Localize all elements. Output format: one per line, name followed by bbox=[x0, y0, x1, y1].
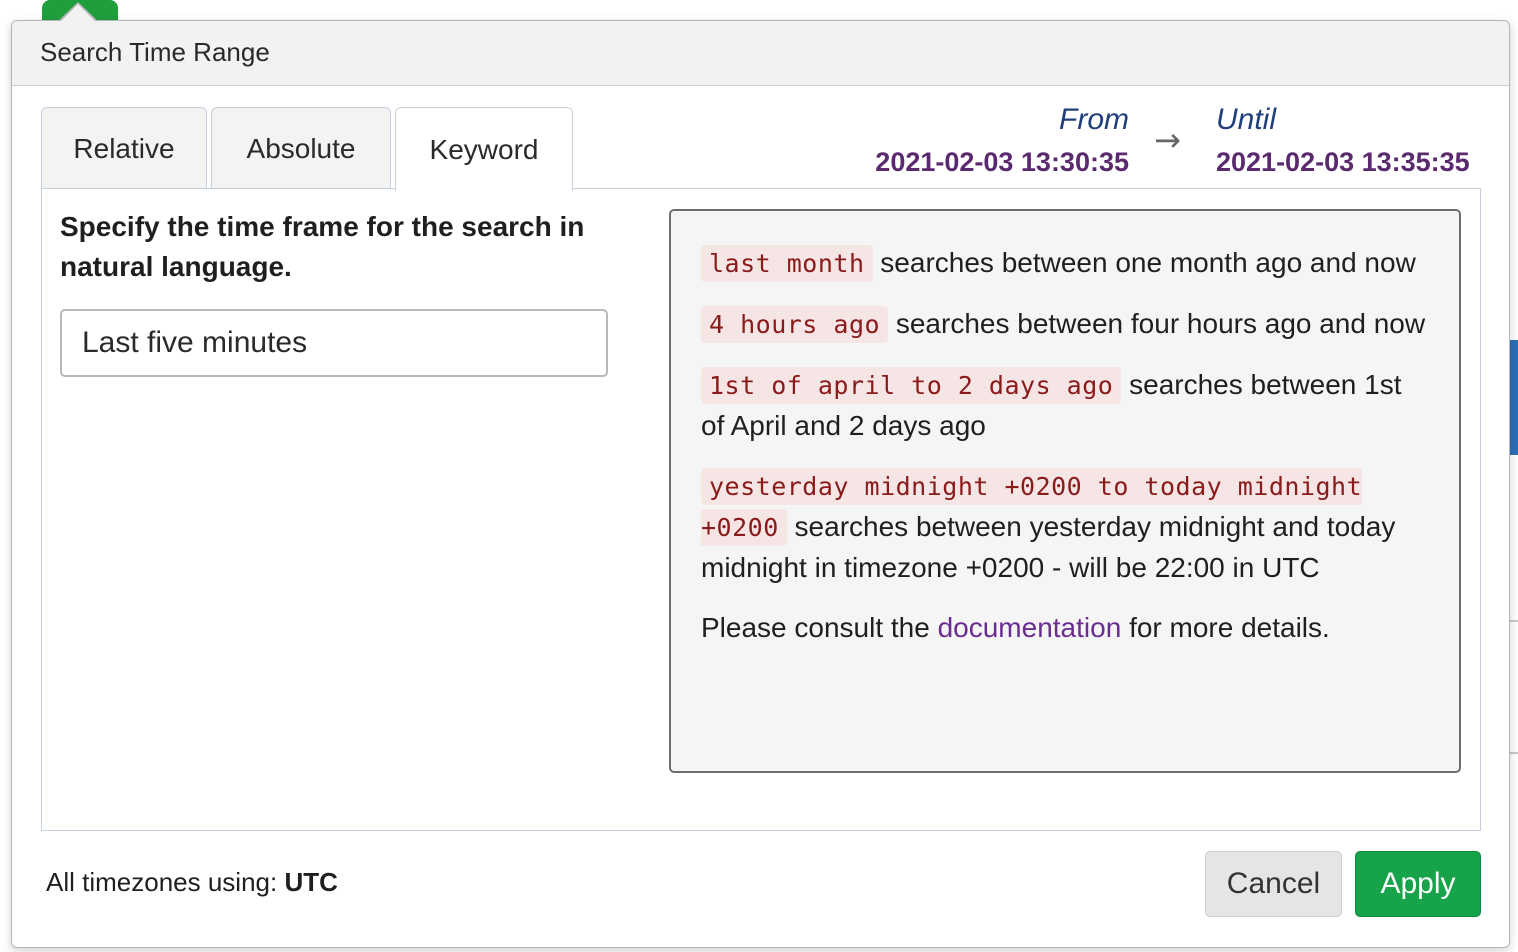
from-label: From bbox=[1059, 103, 1129, 136]
keyword-description: searches between one month ago and now bbox=[880, 247, 1416, 278]
tab-absolute[interactable]: Absolute bbox=[211, 107, 391, 189]
cancel-button[interactable]: Cancel bbox=[1205, 851, 1342, 917]
consult-prefix: Please consult the bbox=[701, 612, 930, 643]
timezone-prefix: All timezones using: bbox=[46, 867, 278, 897]
until-label: Until bbox=[1216, 103, 1277, 136]
keyword-example: 1st of april to 2 days ago bbox=[701, 367, 1122, 404]
keyword-example: 4 hours ago bbox=[701, 306, 889, 343]
help-item: 4 hours ago searches between four hours … bbox=[701, 304, 1429, 345]
apply-button[interactable]: Apply bbox=[1355, 851, 1481, 917]
help-item: yesterday midnight +0200 to today midnig… bbox=[701, 466, 1429, 588]
keyword-help-box: last month searches between one month ag… bbox=[669, 209, 1461, 773]
help-item: last month searches between one month ag… bbox=[701, 243, 1429, 284]
keyword-description: searches between yesterday midnight and … bbox=[701, 511, 1396, 583]
tab-relative[interactable]: Relative bbox=[41, 107, 207, 189]
keyword-instructions: Specify the time frame for the search in… bbox=[60, 211, 585, 282]
documentation-link[interactable]: documentation bbox=[938, 612, 1122, 643]
help-item: 1st of april to 2 days ago searches betw… bbox=[701, 365, 1429, 446]
tab-keyword[interactable]: Keyword bbox=[395, 107, 573, 191]
keyword-description: searches between four hours ago and now bbox=[895, 308, 1426, 339]
keyword-example: last month bbox=[701, 245, 873, 282]
arrow-right-icon: → bbox=[1154, 121, 1181, 159]
until-value: 2021-02-03 13:35:35 bbox=[1216, 147, 1470, 177]
popover-arrow-inner bbox=[60, 4, 96, 22]
keyword-input[interactable] bbox=[60, 309, 608, 377]
from-value: 2021-02-03 13:30:35 bbox=[875, 147, 1129, 177]
popover-title: Search Time Range bbox=[40, 37, 270, 67]
search-time-range-popover: Search Time Range Relative Absolute Keyw… bbox=[11, 20, 1510, 948]
consult-suffix: for more details. bbox=[1129, 612, 1330, 643]
popover-header: Search Time Range bbox=[12, 21, 1509, 86]
timezone-info: All timezones using: UTC bbox=[46, 867, 338, 898]
timezone-value: UTC bbox=[284, 867, 338, 897]
help-consult: Please consult the documentation for mor… bbox=[701, 608, 1429, 648]
